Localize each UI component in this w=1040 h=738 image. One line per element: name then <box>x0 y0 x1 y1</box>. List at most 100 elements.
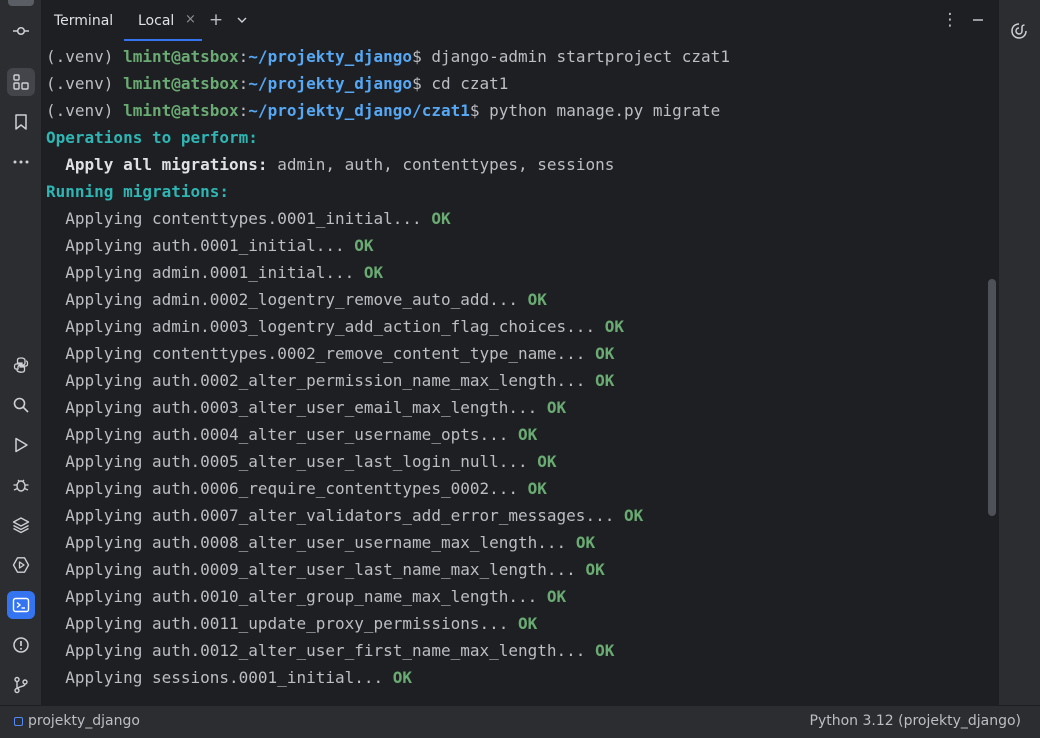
project-icon <box>14 716 23 726</box>
venv-label: (.venv) <box>46 74 124 93</box>
chevron-down-icon[interactable] <box>233 11 251 29</box>
migration-line: Applying admin.0002_logentry_remove_auto… <box>46 286 547 313</box>
close-icon[interactable]: × <box>185 12 196 27</box>
prompt-line: (.venv) lmint@atsbox:~/projekty_django/c… <box>46 97 720 124</box>
ok-status: OK <box>392 668 413 687</box>
migration-line: Applying auth.0012_alter_user_first_name… <box>46 637 614 664</box>
migration-line: Applying admin.0001_initial... OK <box>46 259 383 286</box>
layers-icon[interactable] <box>7 511 35 539</box>
migration-line: Applying auth.0006_require_contenttypes_… <box>46 475 547 502</box>
more-icon[interactable] <box>7 148 35 176</box>
tool-window-title: Terminal <box>54 13 114 29</box>
migration-text: Applying auth.0007_alter_validators_add_… <box>46 506 624 525</box>
ok-status: OK <box>575 533 596 552</box>
migration-line: Applying contenttypes.0001_initial... OK <box>46 205 451 232</box>
apply-all-line: Apply all migrations: admin, auth, conte… <box>46 151 614 178</box>
user-host: lmint@atsbox <box>123 47 239 66</box>
migration-line: Applying auth.0003_alter_user_email_max_… <box>46 394 566 421</box>
bookmarks-icon[interactable] <box>7 108 35 136</box>
migration-line: Applying admin.0003_logentry_add_action_… <box>46 313 624 340</box>
user-host: lmint@atsbox <box>123 74 239 93</box>
project-name: projekty_django <box>28 713 140 729</box>
migration-text: Applying auth.0009_alter_user_last_name_… <box>46 560 586 579</box>
venv-label: (.venv) <box>46 101 124 120</box>
migration-text: Applying auth.0012_alter_user_first_name… <box>46 641 596 660</box>
tab-local[interactable]: Local × <box>124 0 202 41</box>
prompt-symbol: $ <box>469 101 490 120</box>
terminal-icon[interactable] <box>7 591 35 619</box>
command-text: python manage.py migrate <box>489 101 721 120</box>
migration-line: Applying auth.0005_alter_user_last_login… <box>46 448 557 475</box>
problems-icon[interactable] <box>7 631 35 659</box>
migration-text: Applying admin.0003_logentry_add_action_… <box>46 317 605 336</box>
ok-status: OK <box>595 344 615 363</box>
migration-text: Applying auth.0004_alter_user_username_o… <box>46 425 519 444</box>
prompt-colon: : <box>238 101 249 120</box>
migration-line: Applying auth.0011_update_proxy_permissi… <box>46 610 537 637</box>
migration-line: Applying auth.0010_alter_group_name_max_… <box>46 583 566 610</box>
right-toolbar <box>998 0 1040 705</box>
breadcrumb[interactable]: projekty_django <box>14 713 140 729</box>
ok-status: OK <box>595 371 615 390</box>
run-icon[interactable] <box>7 431 35 459</box>
ok-status: OK <box>363 263 384 282</box>
migration-line: Applying auth.0008_alter_user_username_m… <box>46 529 595 556</box>
migration-text: Applying contenttypes.0002_remove_conten… <box>46 344 596 363</box>
prompt-line: (.venv) lmint@atsbox:~/projekty_django$ … <box>46 70 508 97</box>
tool-window-header: Terminal Local × + ⋮ <box>41 0 999 41</box>
ok-status: OK <box>354 236 374 255</box>
command-text: django-admin startproject czat1 <box>431 47 730 66</box>
user-host: lmint@atsbox <box>123 101 239 120</box>
toolbar-top-stub <box>8 0 34 6</box>
migration-line: Applying auth.0001_initial... OK <box>46 232 374 259</box>
migration-line: Applying sessions.0001_initial... OK <box>46 664 412 691</box>
ai-assistant-icon[interactable] <box>1008 20 1030 42</box>
ok-status: OK <box>585 560 605 579</box>
venv-label: (.venv) <box>46 47 124 66</box>
prompt-line: (.venv) lmint@atsbox:~/projekty_django$ … <box>46 43 730 70</box>
cwd-path: ~/projekty_django <box>248 74 413 93</box>
project-icon[interactable] <box>7 68 35 96</box>
services-icon[interactable] <box>7 551 35 579</box>
apply-all-label: Apply all migrations: <box>46 155 268 174</box>
cwd-path: ~/projekty_django/czat1 <box>248 101 470 120</box>
ok-status: OK <box>431 209 451 228</box>
migration-text: Applying auth.0008_alter_user_username_m… <box>46 533 576 552</box>
command-text: cd czat1 <box>431 74 509 93</box>
prompt-symbol: $ <box>412 47 432 66</box>
cwd-path: ~/projekty_django <box>248 47 413 66</box>
git-icon[interactable] <box>7 671 35 699</box>
migration-text: Applying auth.0003_alter_user_email_max_… <box>46 398 547 417</box>
commit-icon[interactable] <box>7 17 35 45</box>
ok-status: OK <box>518 614 538 633</box>
more-options-icon[interactable]: ⋮ <box>941 10 959 30</box>
search-icon[interactable] <box>7 391 35 419</box>
ok-status: OK <box>527 290 547 309</box>
vertical-scrollbar[interactable] <box>988 279 996 516</box>
new-tab-icon[interactable]: + <box>207 10 225 30</box>
ok-status: OK <box>537 452 557 471</box>
python-console-icon[interactable] <box>7 351 35 379</box>
migration-text: Applying auth.0006_require_contenttypes_… <box>46 479 528 498</box>
minimize-icon[interactable] <box>969 11 987 29</box>
ok-status: OK <box>518 425 538 444</box>
migration-text: Applying admin.0002_logentry_remove_auto… <box>46 290 528 309</box>
migration-text: Applying auth.0010_alter_group_name_max_… <box>46 587 547 606</box>
tab-label: Local <box>138 13 175 29</box>
migration-text: Applying auth.0002_alter_permission_name… <box>46 371 596 390</box>
status-bar: projekty_django Python 3.12 (projekty_dj… <box>0 705 1040 738</box>
ok-status: OK <box>595 641 615 660</box>
migration-line: Applying auth.0002_alter_permission_name… <box>46 367 614 394</box>
terminal-output[interactable]: (.venv) lmint@atsbox:~/projekty_django$ … <box>41 41 999 705</box>
migration-text: Applying contenttypes.0001_initial... <box>46 209 432 228</box>
migration-text: Applying admin.0001_initial... <box>46 263 364 282</box>
interpreter-selector[interactable]: Python 3.12 (projekty_django) <box>810 713 1022 729</box>
ok-status: OK <box>623 506 644 525</box>
apply-all-value: admin, auth, contenttypes, sessions <box>267 155 615 174</box>
migration-line: Applying auth.0009_alter_user_last_name_… <box>46 556 605 583</box>
prompt-colon: : <box>238 74 249 93</box>
operations-header: Operations to perform: <box>46 128 258 147</box>
prompt-colon: : <box>238 47 249 66</box>
left-toolbar <box>0 0 41 705</box>
debug-icon[interactable] <box>7 471 35 499</box>
